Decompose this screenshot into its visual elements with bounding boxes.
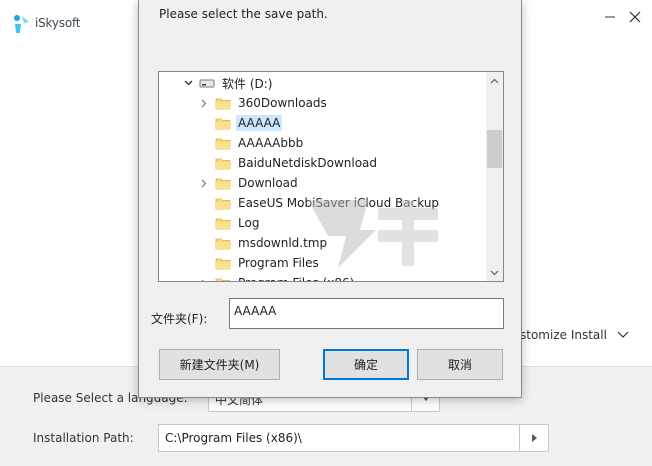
scroll-down-button[interactable] [486,264,503,281]
new-folder-button[interactable]: 新建文件夹(M) [159,349,280,380]
tree-item-label: AAAAA [236,115,283,131]
tree-item[interactable]: Log [197,213,261,233]
folder-label: 文件夹(F): [151,312,208,326]
tree-expander-spacer [197,153,211,173]
close-icon [629,11,641,23]
chevron-down-icon [617,331,629,338]
tree-collapsed-chevron-icon[interactable] [197,93,211,113]
folder-icon [215,275,231,281]
iskysoft-logo-icon [14,15,29,33]
tree-item-label: Log [238,216,260,230]
tree-item[interactable]: Download [197,173,300,193]
tree-expander-spacer [197,113,211,133]
folder-icon [215,155,231,171]
tree-collapsed-chevron-icon[interactable] [197,273,211,281]
tree-collapsed-chevron-icon[interactable] [197,173,211,193]
chevron-up-icon [490,78,499,83]
tree-item-label: Download [238,176,298,190]
cancel-button[interactable]: 取消 [417,349,503,380]
brand-name: iSkysoft [35,16,81,30]
tree-item[interactable]: 360Downloads [197,93,329,113]
tree-item[interactable]: 软件 (D:) [181,73,274,93]
tree-item[interactable]: Program Files (x86) [197,273,356,281]
folder-icon [215,255,231,271]
folder-icon [215,135,231,151]
folder-icon [215,195,231,211]
scroll-up-button[interactable] [486,72,503,89]
tree-item[interactable]: AAAAA [197,113,283,133]
chevron-down-icon [490,270,499,275]
tree-expander-spacer [197,133,211,153]
tree-item-label: Program Files (x86) [236,275,356,281]
ok-button[interactable]: 确定 [323,349,409,380]
minimize-button[interactable] [600,7,620,27]
scroll-thumb[interactable] [487,130,502,168]
tree-vertical-scrollbar[interactable] [486,72,503,281]
tree-item[interactable]: AAAAAbbb [197,133,305,153]
folder-name-input[interactable]: AAAAA [229,298,504,329]
folder-icon [215,115,231,131]
watermark-logo-icon [308,200,438,268]
folder-icon [215,215,231,231]
close-button[interactable] [625,7,645,27]
tree-item[interactable]: BaiduNetdiskDownload [197,153,379,173]
brand-logo: iSkysoft [12,12,80,34]
tree-item-label: AAAAAbbb [238,136,304,150]
tree-item-label: BaiduNetdiskDownload [238,156,378,170]
folder-icon [215,175,231,191]
tree-expander-spacer [197,213,211,233]
drive-icon [199,75,215,91]
dialog-instruction: Please select the save path. [159,7,328,21]
tree-item-label: 软件 (D:) [222,76,273,91]
triangle-right-icon [531,434,537,442]
customize-install-label: stomize Install [520,328,607,342]
installation-path-input[interactable]: C:\Program Files (x86)\ [158,424,520,452]
tree-expander-spacer [197,253,211,273]
tree-expander-spacer [197,193,211,213]
tree-item-label: 360Downloads [238,96,327,110]
tree-expander-spacer [197,233,211,253]
folder-icon [215,95,231,111]
customize-install-toggle[interactable]: stomize Install [520,328,629,342]
browse-path-button[interactable] [519,424,549,452]
installation-path-label: Installation Path: [33,431,134,445]
tree-expanded-chevron-icon[interactable] [181,73,195,93]
minimize-icon [605,16,615,18]
folder-icon [215,235,231,251]
